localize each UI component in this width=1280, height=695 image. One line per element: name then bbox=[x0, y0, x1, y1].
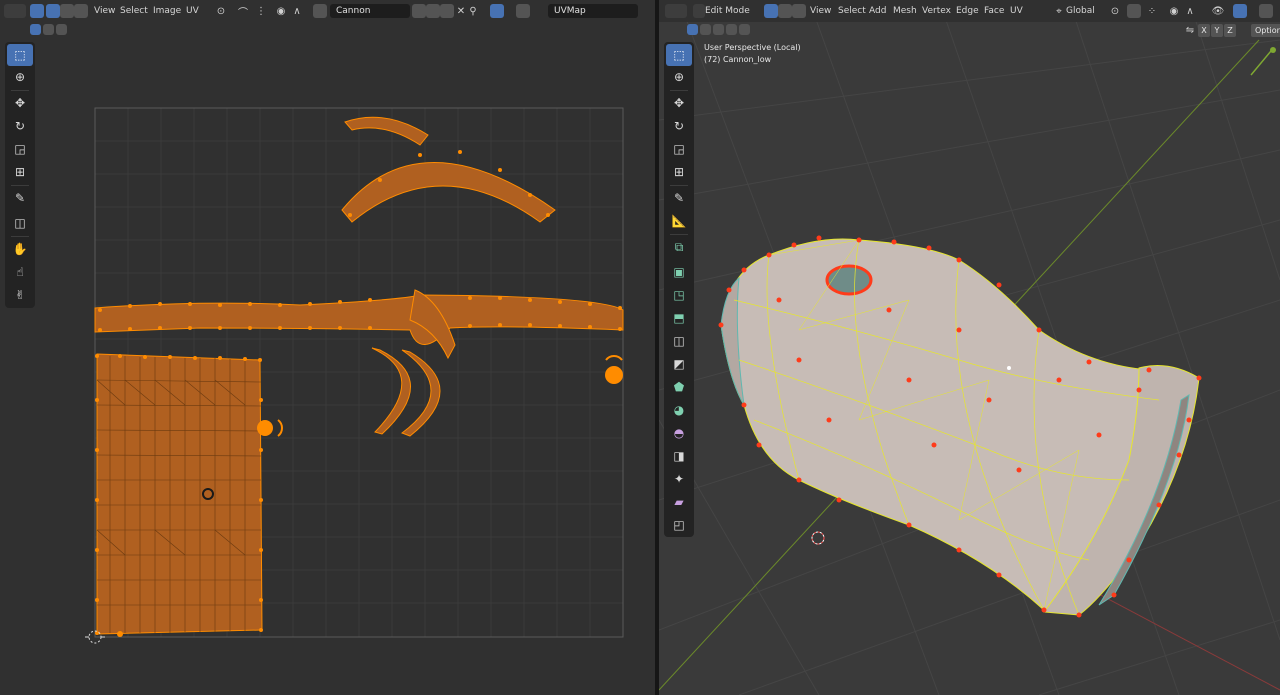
extrude-icon[interactable]: ▣ bbox=[666, 261, 692, 283]
transform-icon[interactable]: ⊞ bbox=[666, 161, 692, 183]
falloff-icon[interactable]: ∧ bbox=[1183, 4, 1197, 18]
uv-canvas[interactable] bbox=[0, 0, 655, 695]
annotate-icon[interactable]: ✎ bbox=[666, 187, 692, 209]
orientation-dropdown[interactable]: Global bbox=[1066, 0, 1095, 22]
gizmo-icon[interactable] bbox=[1233, 4, 1247, 18]
viewport-header: Edit Mode View Select Add Mesh Vertex Ed… bbox=[659, 0, 1280, 22]
mirror-x-button[interactable]: X bbox=[1198, 24, 1210, 37]
mirror-y-button[interactable]: Y bbox=[1211, 24, 1223, 37]
shrink-icon[interactable]: ✦ bbox=[666, 468, 692, 490]
navigation-gizmo[interactable] bbox=[1249, 45, 1279, 85]
add-cube-icon[interactable]: ⧉ bbox=[666, 236, 692, 258]
orientation-icon[interactable]: ⌖ bbox=[1052, 4, 1066, 18]
mode-dropdown[interactable]: Edit Mode bbox=[705, 0, 750, 22]
menu-edge[interactable]: Edge bbox=[956, 0, 979, 22]
mode-subtract-icon[interactable] bbox=[713, 24, 724, 35]
uv-island-knob-1[interactable] bbox=[257, 419, 283, 437]
edge-slide-icon[interactable]: ◨ bbox=[666, 445, 692, 467]
mode-difference-icon[interactable] bbox=[726, 24, 737, 35]
uv-island-body[interactable] bbox=[96, 353, 263, 635]
move-icon[interactable]: ✥ bbox=[666, 92, 692, 114]
view-name: User Perspective (Local) bbox=[704, 43, 801, 52]
mode-icon[interactable] bbox=[693, 4, 705, 18]
pivot-icon[interactable]: ⊙ bbox=[1108, 4, 1122, 18]
menu-view[interactable]: View bbox=[810, 0, 831, 22]
options-button[interactable]: Options bbox=[1251, 24, 1280, 37]
vertex-mode-icon[interactable] bbox=[764, 4, 778, 18]
bevel-icon[interactable]: ⬒ bbox=[666, 307, 692, 329]
cursor-icon[interactable]: ⊕ bbox=[666, 66, 692, 88]
active-vertex bbox=[1007, 366, 1011, 370]
uv-island-crescent-1[interactable] bbox=[371, 347, 411, 435]
menu-mesh[interactable]: Mesh bbox=[893, 0, 917, 22]
knife-icon[interactable]: ◩ bbox=[666, 353, 692, 375]
mode-set-icon[interactable] bbox=[687, 24, 698, 35]
select-box-icon[interactable]: ⬚ bbox=[666, 44, 692, 66]
editor-type-icon[interactable] bbox=[665, 4, 687, 18]
shear-icon[interactable]: ▰ bbox=[666, 491, 692, 513]
mode-extend-icon[interactable] bbox=[700, 24, 711, 35]
spin-icon[interactable]: ◕ bbox=[666, 399, 692, 421]
poly-build-icon[interactable]: ⬟ bbox=[666, 376, 692, 398]
uv-island-arc[interactable] bbox=[341, 162, 556, 223]
proportional-icon[interactable]: ◉ bbox=[1167, 4, 1181, 18]
snap-target-icon[interactable]: ⁘ bbox=[1145, 4, 1159, 18]
face-mode-icon[interactable] bbox=[792, 4, 806, 18]
rip-icon[interactable]: ◰ bbox=[666, 514, 692, 536]
scale-icon[interactable]: ◲ bbox=[666, 138, 692, 160]
visibility-icon[interactable]: 👁 bbox=[1211, 4, 1225, 18]
uv-editor[interactable]: View Select Image UV ⊙ ⌒ ⋮ ◉ ∧ Cannon ✕ … bbox=[0, 0, 655, 695]
edge-mode-icon[interactable] bbox=[778, 4, 792, 18]
rotate-icon[interactable]: ↻ bbox=[666, 115, 692, 137]
snap-icon[interactable] bbox=[1127, 4, 1141, 18]
3d-cursor-icon[interactable] bbox=[811, 531, 825, 545]
menu-add[interactable]: Add bbox=[869, 0, 886, 22]
menu-vertex[interactable]: Vertex bbox=[922, 0, 951, 22]
menu-uv[interactable]: UV bbox=[1010, 0, 1023, 22]
viewport-canvas[interactable] bbox=[659, 0, 1280, 695]
menu-select[interactable]: Select bbox=[838, 0, 866, 22]
loop-cut-icon[interactable]: ◫ bbox=[666, 330, 692, 352]
mode-intersect-icon[interactable] bbox=[739, 24, 750, 35]
active-object-label: (72) Cannon_low bbox=[704, 55, 772, 64]
smooth-icon[interactable]: ◓ bbox=[666, 422, 692, 444]
menu-face[interactable]: Face bbox=[984, 0, 1004, 22]
measure-icon[interactable]: 📐 bbox=[666, 210, 692, 232]
mirror-icon[interactable]: ⇋ bbox=[1184, 24, 1196, 37]
viewport-toolbar: ⬚ ⊕ ✥ ↻ ◲ ⊞ ✎ 📐 ⧉ ▣ ◳ ⬒ ◫ ◩ ⬟ ◕ ◓ ◨ ✦ ▰ … bbox=[664, 42, 694, 537]
mirror-z-button[interactable]: Z bbox=[1224, 24, 1236, 37]
uv-island-knob-2[interactable] bbox=[605, 355, 623, 384]
overlay-icon[interactable] bbox=[1259, 4, 1273, 18]
inset-icon[interactable]: ◳ bbox=[666, 284, 692, 306]
3d-viewport[interactable]: Edit Mode View Select Add Mesh Vertex Ed… bbox=[659, 0, 1280, 695]
